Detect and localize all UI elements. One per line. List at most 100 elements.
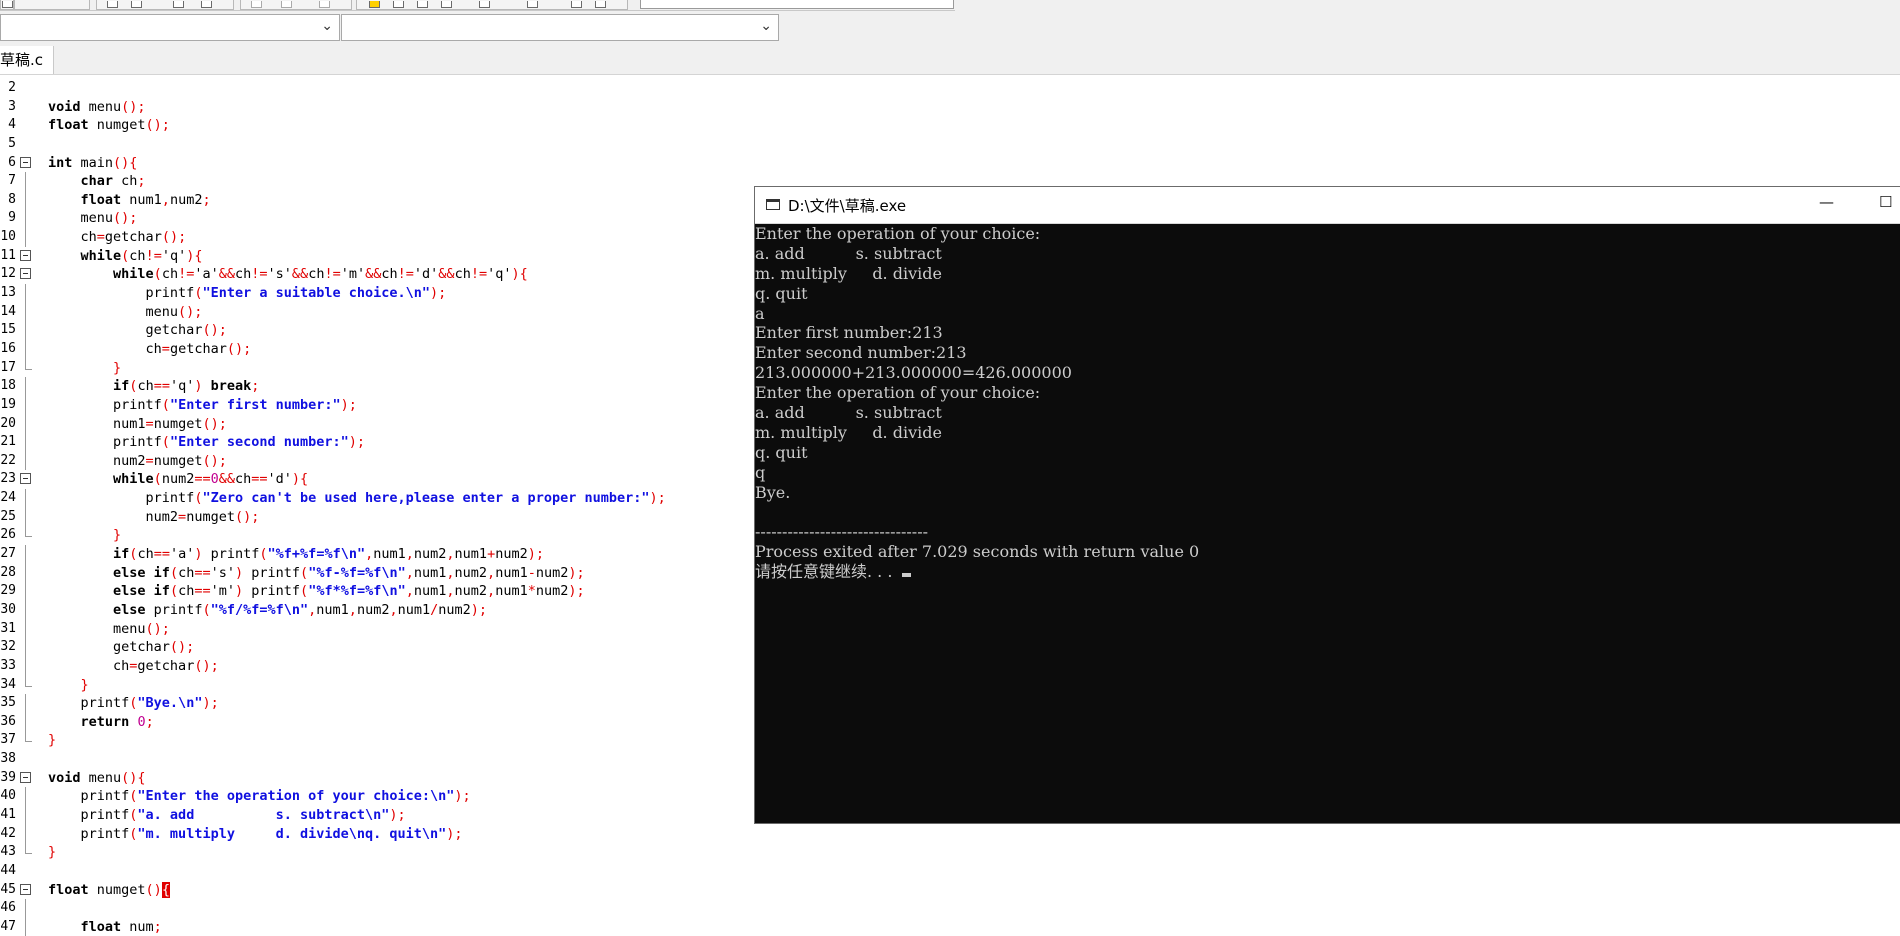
- line-number: 22: [0, 452, 16, 468]
- code-token: +: [487, 546, 496, 563]
- toolbar-button[interactable]: [595, 1, 606, 8]
- code-text: while(ch!='a'&&ch!='s'&&ch!='m'&&ch!='d'…: [48, 265, 528, 284]
- minimize-icon[interactable]: —: [1819, 193, 1834, 211]
- code-token: (: [169, 564, 179, 581]
- toolbar-button[interactable]: [173, 1, 184, 8]
- code-text: getchar();: [48, 638, 194, 657]
- fold-toggle-icon[interactable]: [20, 473, 31, 485]
- function-selector[interactable]: ⌄: [341, 14, 779, 41]
- console-line: 213.000000+213.000000=426.000000: [755, 363, 1900, 383]
- fold-end-guide: [25, 843, 32, 855]
- tab-draft-c[interactable]: 草稿.c: [0, 46, 55, 74]
- toolbar-button[interactable]: [479, 1, 490, 8]
- code-token: 'q': [169, 378, 195, 395]
- fold-toggle-icon[interactable]: [20, 249, 31, 261]
- console-line-text: Enter first number:213: [755, 323, 943, 343]
- code-token: num2: [495, 546, 528, 563]
- toolbar-button[interactable]: [441, 1, 452, 8]
- fold-end-guide: [25, 358, 32, 370]
- code-token: void: [48, 98, 81, 115]
- code-token: ,: [389, 601, 398, 618]
- code-token: numget: [153, 452, 203, 469]
- code-token: num1: [373, 546, 406, 563]
- code-text: else if(ch=='s') printf("%f-%f=%f\n",num…: [48, 564, 585, 583]
- code-text: void menu(){: [48, 769, 146, 788]
- code-text: menu();: [48, 303, 203, 322]
- code-token: "Bye.\n": [137, 695, 203, 712]
- toolbar-button[interactable]: [527, 1, 538, 8]
- code-token: ();: [202, 322, 227, 339]
- code-text: printf("Zero can't be used here,please e…: [48, 489, 666, 508]
- fold-toggle-icon[interactable]: [20, 268, 31, 280]
- code-token: printf: [48, 396, 162, 413]
- console-output[interactable]: Enter the operation of your choice: a. ad…: [755, 224, 1900, 822]
- line-number: 28: [0, 564, 16, 580]
- fold-toggle-icon[interactable]: [20, 883, 31, 895]
- code-token: num1: [121, 191, 162, 208]
- code-token: );: [568, 583, 585, 600]
- code-token: (){: [121, 769, 146, 786]
- code-token: ch: [454, 266, 471, 283]
- console-window[interactable]: D:\文件\草稿.exe — ☐ Enter the operation of …: [754, 186, 1900, 824]
- code-token: ();: [145, 117, 170, 134]
- code-token: =: [145, 415, 154, 432]
- code-text: else printf("%f/%f=%f\n",num1,num2,num1/…: [48, 601, 487, 620]
- code-token: getchar: [137, 657, 195, 674]
- fold-guide: [25, 899, 26, 918]
- fold-guide: [25, 433, 26, 452]
- code-token: ();: [194, 657, 219, 674]
- line-number: 37: [0, 732, 16, 748]
- code-token: !=: [397, 266, 414, 283]
- toolbar-button[interactable]: [131, 1, 142, 8]
- code-text: if(ch=='a') printf("%f+%f=%f\n",num1,num…: [48, 545, 544, 564]
- console-line: q: [755, 463, 1900, 483]
- code-token: ch: [129, 247, 146, 264]
- code-token: =: [96, 229, 105, 246]
- code-text: ch=getchar();: [48, 228, 187, 247]
- code-token: );: [430, 285, 447, 302]
- console-line-text: a. add s. subtract: [755, 243, 942, 263]
- console-line: Enter the operation of your choice:: [755, 383, 1900, 403]
- console-line-text: q. quit: [755, 283, 808, 303]
- caret-brace: {: [161, 881, 170, 898]
- toolbar-button[interactable]: [369, 1, 380, 8]
- toolbar-compiler-field[interactable]: [640, 0, 954, 9]
- code-token: printf: [145, 601, 203, 618]
- line-number: 41: [0, 806, 16, 822]
- fold-toggle-icon[interactable]: [20, 771, 31, 783]
- code-token: (): [145, 881, 162, 898]
- toolbar-button[interactable]: [281, 1, 292, 8]
- toolbar-button[interactable]: [2, 1, 13, 8]
- code-token: ): [235, 564, 244, 581]
- code-token: printf: [243, 564, 301, 581]
- console-line: a: [755, 304, 1900, 324]
- fold-guide: [25, 377, 26, 396]
- code-token: 0: [137, 713, 146, 730]
- code-token: "Enter the operation of your choice:\n": [137, 788, 455, 805]
- line-number: 17: [0, 359, 16, 375]
- toolbar-button[interactable]: [107, 1, 118, 8]
- fold-guide: [25, 824, 26, 844]
- code-token: (: [161, 434, 170, 451]
- console-title-bar[interactable]: D:\文件\草稿.exe — ☐: [755, 187, 1900, 224]
- toolbar-button[interactable]: [393, 1, 404, 8]
- console-line: 请按任意键继续. . .: [755, 562, 1900, 582]
- code-token: printf: [48, 695, 130, 712]
- code-token: ,: [487, 583, 496, 600]
- code-text: }: [48, 359, 121, 378]
- code-token: ): [235, 583, 244, 600]
- code-token: num2: [438, 601, 471, 618]
- code-token: num1: [316, 601, 349, 618]
- fold-guide: [25, 638, 26, 657]
- toolbar-button[interactable]: [319, 1, 330, 8]
- toolbar-button[interactable]: [251, 1, 262, 8]
- toolbar-button[interactable]: [571, 1, 582, 8]
- toolbar-button[interactable]: [201, 1, 212, 8]
- file-selector[interactable]: ⌄: [0, 14, 340, 41]
- toolbar-button[interactable]: [417, 1, 428, 8]
- code-token: num2: [356, 601, 390, 618]
- maximize-icon[interactable]: ☐: [1879, 193, 1892, 211]
- fold-toggle-icon[interactable]: [20, 156, 31, 168]
